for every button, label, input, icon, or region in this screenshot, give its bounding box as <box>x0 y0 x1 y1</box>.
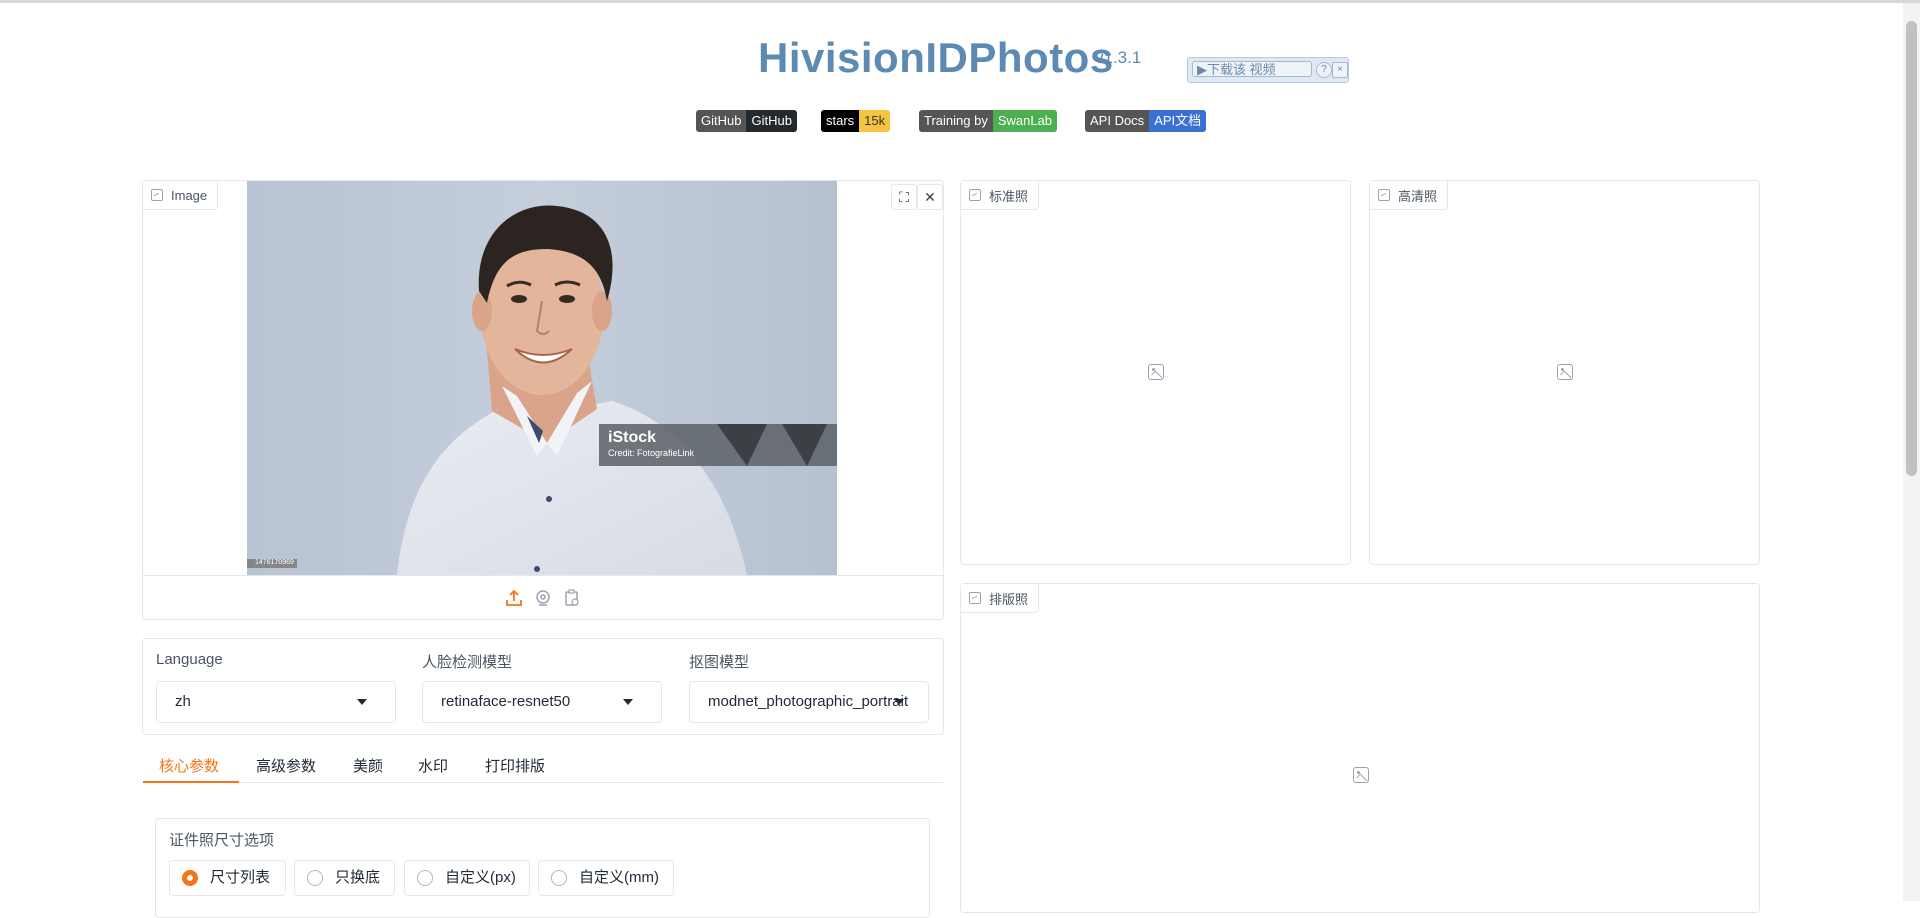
stars-badge[interactable]: stars 15k <box>821 110 891 132</box>
hd-photo-panel: 高清照 <box>1369 180 1760 565</box>
badge-right-label: SwanLab <box>992 110 1058 132</box>
matting-model-select[interactable]: modnet_photographic_portrait <box>689 681 929 723</box>
scrollbar-thumb[interactable] <box>1906 21 1917 476</box>
radio-indicator <box>417 870 433 886</box>
matting-model-value: modnet_photographic_portrait <box>708 693 909 710</box>
radio-indicator <box>307 870 323 886</box>
image-icon <box>1378 189 1390 201</box>
radio-label: 自定义(mm) <box>579 869 659 886</box>
fullscreen-button[interactable]: ⛶ <box>891 184 917 210</box>
radio-indicator <box>551 870 567 886</box>
watermark-brand: iStock <box>608 429 657 446</box>
panel-label-text: 排版照 <box>989 591 1029 607</box>
tab-print-layout[interactable]: 打印排版 <box>485 755 545 783</box>
clipboard-icon[interactable] <box>563 589 581 607</box>
badge-left-label: GitHub <box>696 110 747 132</box>
github-badge[interactable]: GitHub GitHub <box>696 110 797 132</box>
radio-size-list[interactable]: 尺寸列表 <box>169 860 286 896</box>
image-icon <box>151 189 163 201</box>
layout-photo-panel: 排版照 <box>960 583 1760 913</box>
app-version: v1.3.1 <box>1095 48 1142 67</box>
face-model-select[interactable]: retinaface-resnet50 <box>422 681 662 723</box>
close-icon: ✕ <box>924 189 936 205</box>
radio-label: 尺寸列表 <box>210 869 271 886</box>
size-options-label: 证件照尺寸选项 <box>169 832 275 849</box>
chevron-down-icon <box>894 699 904 705</box>
badge-right-label: GitHub <box>746 110 797 132</box>
image-icon <box>969 189 981 201</box>
image-placeholder-icon <box>1557 364 1573 380</box>
download-video-button[interactable]: ▶下载该 视频 <box>1192 61 1312 77</box>
upload-icon[interactable] <box>505 589 523 607</box>
face-model-label: 人脸检测模型 <box>422 654 513 671</box>
language-value: zh <box>175 693 191 710</box>
tab-core-params[interactable]: 核心参数 <box>159 755 219 783</box>
watermark-credit: Credit: FotografieLink <box>608 448 695 458</box>
fullscreen-icon: ⛶ <box>899 189 909 205</box>
portrait-image <box>247 181 837 575</box>
radio-indicator <box>182 870 198 886</box>
standard-photo-panel: 标准照 <box>960 180 1351 565</box>
image-placeholder-icon <box>1148 364 1164 380</box>
panel-label-text: 高清照 <box>1398 188 1438 204</box>
badge-left-label: API Docs <box>1085 110 1150 132</box>
page-scrollbar[interactable] <box>1903 3 1920 901</box>
panel-label-text: Image <box>171 187 208 203</box>
chevron-down-icon <box>623 699 633 705</box>
layout-photo-label: 排版照 <box>961 584 1040 613</box>
uploaded-portrait-photo[interactable]: iStock Credit: FotografieLink 1476170969 <box>247 181 837 575</box>
chevron-down-icon <box>357 699 367 705</box>
clear-image-button[interactable]: ✕ <box>917 184 943 210</box>
tab-advanced-params[interactable]: 高级参数 <box>256 755 316 783</box>
hd-photo-label: 高清照 <box>1370 181 1449 210</box>
badge-right-label: 15k <box>859 110 891 132</box>
badge-left-label: Training by <box>919 110 993 132</box>
badge-right-label: API文档 <box>1149 110 1207 132</box>
help-icon[interactable]: ? <box>1316 62 1332 78</box>
language-label: Language <box>156 651 223 668</box>
standard-photo-label: 标准照 <box>961 181 1040 210</box>
radio-label: 只换底 <box>335 869 381 886</box>
app-title: HivisionIDPhotos <box>758 34 1114 81</box>
radio-custom-px[interactable]: 自定义(px) <box>404 860 530 896</box>
image-placeholder-icon <box>1353 767 1369 783</box>
language-select[interactable]: zh <box>156 681 396 723</box>
swanlab-badge[interactable]: Training by SwanLab <box>919 110 1058 132</box>
face-model-value: retinaface-resnet50 <box>441 693 571 710</box>
image-icon <box>969 592 981 604</box>
api-docs-badge[interactable]: API Docs API文档 <box>1085 110 1207 132</box>
close-icon[interactable]: × <box>1332 62 1348 78</box>
badge-left-label: stars <box>821 110 860 132</box>
image-panel-label: Image <box>143 181 219 210</box>
radio-label: 自定义(px) <box>445 869 516 886</box>
webcam-icon[interactable] <box>534 589 552 607</box>
tab-watermark[interactable]: 水印 <box>418 755 448 783</box>
tab-beauty[interactable]: 美颜 <box>353 755 383 783</box>
radio-change-background-only[interactable]: 只换底 <box>294 860 395 896</box>
panel-label-text: 标准照 <box>989 188 1029 204</box>
radio-custom-mm[interactable]: 自定义(mm) <box>538 860 674 896</box>
matting-model-label: 抠图模型 <box>689 654 750 671</box>
stock-id: 1476170969 <box>255 559 294 566</box>
video-download-toolbar: ▶下载该 视频 ? × <box>1187 57 1349 83</box>
top-border <box>0 0 1920 3</box>
image-source-bar <box>143 575 943 620</box>
